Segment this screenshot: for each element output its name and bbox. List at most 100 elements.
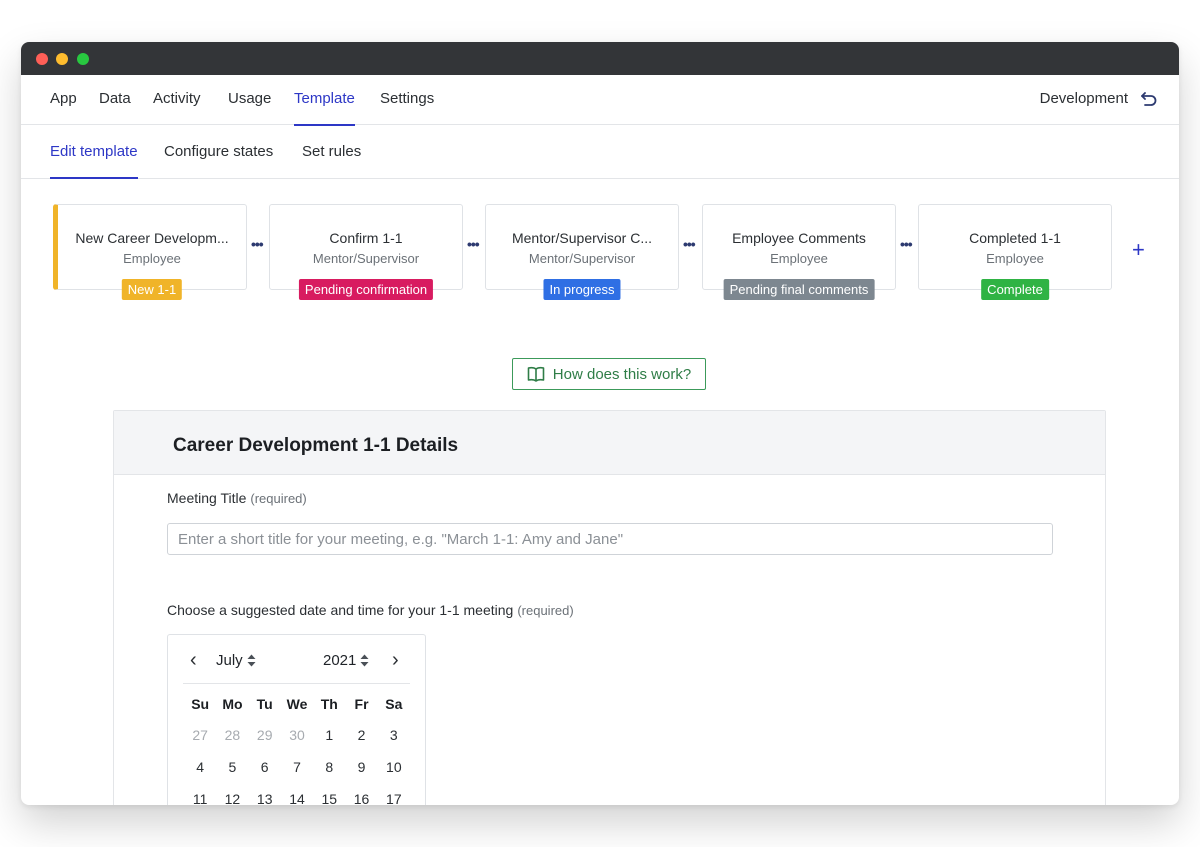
weekday-label: Tu xyxy=(256,696,273,712)
app-window: App Data Activity Usage Template Setting… xyxy=(21,42,1179,805)
calendar-day[interactable]: 30 xyxy=(281,724,313,756)
previous-month-button[interactable]: ‹ xyxy=(190,649,197,672)
weekday-label: Su xyxy=(191,696,210,712)
calendar-day[interactable]: 10 xyxy=(378,756,410,788)
calendar-day[interactable]: 3 xyxy=(378,724,410,756)
calendar-day[interactable]: 2 xyxy=(345,724,377,756)
tab-usage[interactable]: Usage xyxy=(228,75,271,125)
calendar-week: 27 28 29 30 1 2 3 xyxy=(184,724,410,756)
form-header: Career Development 1-1 Details xyxy=(114,411,1105,475)
calendar-week: 4 5 6 7 8 9 10 xyxy=(184,756,410,788)
calendar-day[interactable]: 27 xyxy=(184,724,216,756)
sort-arrows-icon xyxy=(360,654,369,667)
state-role: Employee xyxy=(986,251,1044,266)
state-badge: In progress xyxy=(543,279,621,300)
required-hint: (required) xyxy=(250,491,307,506)
maximize-window-button[interactable] xyxy=(77,53,89,65)
state-card[interactable]: Confirm 1-1 Mentor/Supervisor Pending co… xyxy=(269,204,463,300)
add-state-button[interactable]: + xyxy=(1132,239,1145,261)
state-name: Employee Comments xyxy=(732,230,866,246)
meeting-title-label: Meeting Title (required) xyxy=(167,490,307,506)
calendar-day[interactable]: 14 xyxy=(281,788,313,805)
weekday-header: Su Mo Tu We Th Fr Sa xyxy=(184,692,410,724)
weekday-label: Th xyxy=(320,696,338,712)
date-picker: ‹ July 2021 › Su Mo Tu We Th Fr Sa 27 28… xyxy=(167,634,426,805)
template-subnavigation: Edit template Configure states Set rules xyxy=(21,125,1179,179)
weekday-label: Fr xyxy=(354,696,369,712)
tab-data[interactable]: Data xyxy=(99,75,131,125)
year-value: 2021 xyxy=(323,652,357,669)
state-role: Employee xyxy=(770,251,828,266)
state-card[interactable]: New Career Developm... Employee New 1-1 xyxy=(53,204,247,300)
weekday-label: Sa xyxy=(385,696,403,712)
sort-arrows-icon xyxy=(247,654,256,667)
calendar-day[interactable]: 17 xyxy=(378,788,410,805)
calendar-grid: Su Mo Tu We Th Fr Sa 27 28 29 30 1 2 3 4… xyxy=(184,692,410,805)
state-name: Mentor/Supervisor C... xyxy=(511,230,653,246)
state-name: Completed 1-1 xyxy=(969,230,1061,246)
month-select[interactable]: July xyxy=(216,652,256,669)
meeting-title-label-text: Meeting Title xyxy=(167,490,247,506)
state-badge: Pending final comments xyxy=(723,279,875,300)
tab-configure-states[interactable]: Configure states xyxy=(164,125,273,178)
connector-menu[interactable]: ••• xyxy=(251,236,264,252)
calendar-day[interactable]: 28 xyxy=(216,724,248,756)
calendar-day[interactable]: 16 xyxy=(345,788,377,805)
state-flow: New Career Developm... Employee New 1-1 … xyxy=(21,204,1179,304)
tab-set-rules[interactable]: Set rules xyxy=(302,125,361,178)
calendar-day[interactable]: 8 xyxy=(313,756,345,788)
date-time-label: Choose a suggested date and time for you… xyxy=(167,602,574,618)
how-button-label: How does this work? xyxy=(552,365,692,383)
state-badge: Pending confirmation xyxy=(298,279,434,300)
required-hint: (required) xyxy=(517,603,574,618)
close-window-button[interactable] xyxy=(36,53,48,65)
year-select[interactable]: 2021 xyxy=(323,652,369,669)
how-does-this-work-button[interactable]: How does this work? xyxy=(512,358,706,390)
environment-label[interactable]: Development xyxy=(1040,75,1128,122)
calendar-day[interactable]: 7 xyxy=(281,756,313,788)
calendar-divider xyxy=(183,683,410,684)
window-titlebar xyxy=(21,42,1179,75)
next-month-button[interactable]: › xyxy=(392,649,399,672)
open-book-icon xyxy=(527,366,545,382)
tab-settings[interactable]: Settings xyxy=(380,75,434,125)
calendar-day[interactable]: 12 xyxy=(216,788,248,805)
state-role: Employee xyxy=(123,251,181,266)
meeting-title-input[interactable] xyxy=(167,523,1053,555)
connector-menu[interactable]: ••• xyxy=(900,236,913,252)
calendar-day[interactable]: 6 xyxy=(249,756,281,788)
tab-template[interactable]: Template xyxy=(294,75,355,126)
calendar-week: 11 12 13 14 15 16 17 xyxy=(184,788,410,805)
connector-menu[interactable]: ••• xyxy=(467,236,480,252)
details-form-panel: Career Development 1-1 Details Meeting T… xyxy=(113,410,1106,805)
state-role: Mentor/Supervisor xyxy=(528,251,636,266)
undo-arrow-icon[interactable] xyxy=(1139,89,1159,109)
top-navigation: App Data Activity Usage Template Setting… xyxy=(21,75,1179,126)
calendar-day[interactable]: 13 xyxy=(249,788,281,805)
date-time-label-text: Choose a suggested date and time for you… xyxy=(167,602,514,618)
state-badge: Complete xyxy=(981,279,1049,300)
form-title: Career Development 1-1 Details xyxy=(173,435,459,456)
state-card[interactable]: Mentor/Supervisor C... Mentor/Supervisor… xyxy=(485,204,679,300)
calendar-day[interactable]: 5 xyxy=(216,756,248,788)
state-name: Confirm 1-1 xyxy=(329,230,403,246)
state-name: New Career Developm... xyxy=(75,230,229,246)
state-badge: New 1-1 xyxy=(121,279,183,300)
calendar-day[interactable]: 1 xyxy=(313,724,345,756)
calendar-day[interactable]: 11 xyxy=(184,788,216,805)
state-card[interactable]: Employee Comments Employee Pending final… xyxy=(702,204,896,300)
weekday-label: We xyxy=(286,696,308,712)
calendar-day[interactable]: 29 xyxy=(249,724,281,756)
month-value: July xyxy=(216,652,243,669)
calendar-day[interactable]: 9 xyxy=(345,756,377,788)
weekday-label: Mo xyxy=(222,696,243,712)
tab-activity[interactable]: Activity xyxy=(153,75,201,125)
state-role: Mentor/Supervisor xyxy=(312,251,420,266)
tab-app[interactable]: App xyxy=(50,75,77,125)
minimize-window-button[interactable] xyxy=(56,53,68,65)
tab-edit-template[interactable]: Edit template xyxy=(50,125,138,179)
calendar-day[interactable]: 15 xyxy=(313,788,345,805)
connector-menu[interactable]: ••• xyxy=(683,236,696,252)
calendar-day[interactable]: 4 xyxy=(184,756,216,788)
state-card[interactable]: Completed 1-1 Employee Complete xyxy=(918,204,1112,300)
